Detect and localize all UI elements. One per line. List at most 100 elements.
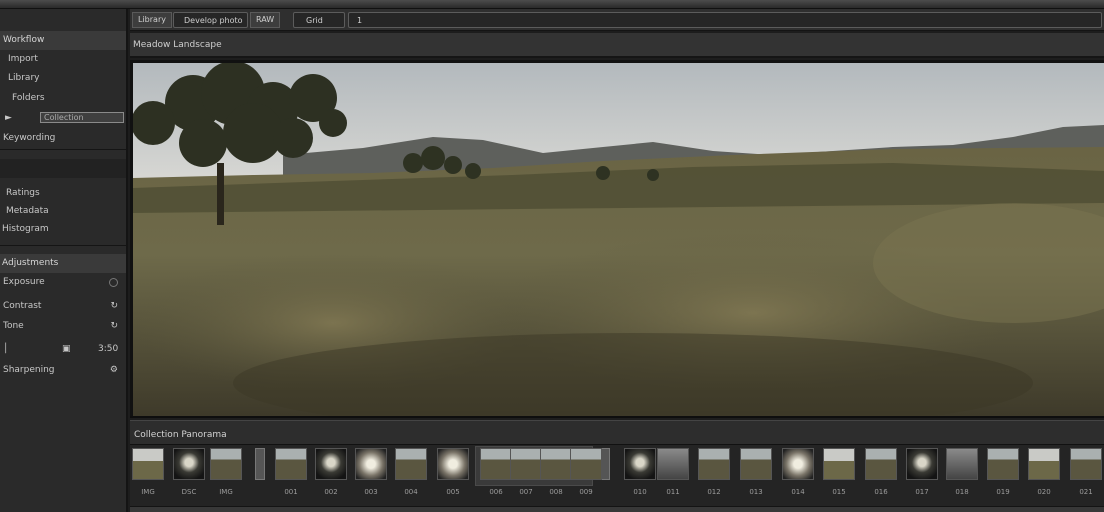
photo-title: Meadow Landscape — [133, 40, 222, 50]
panel-item-histogram[interactable]: Histogram — [0, 220, 126, 239]
thumbnail-label: 010 — [633, 488, 647, 496]
thumbnail-label: 006 — [489, 488, 503, 496]
panel-item-label: Tone — [3, 321, 24, 331]
filmstrip-thumbnail[interactable] — [987, 448, 1019, 480]
window-top-strip — [0, 0, 1104, 9]
panel-item-label: Contrast — [3, 301, 42, 311]
settings-icon[interactable]: ⚙ — [110, 361, 118, 380]
panel-item-label: Import — [8, 54, 38, 64]
filmstrip-thumbnail[interactable] — [1070, 448, 1102, 480]
top-toolbar: Library Develop photo RAW Grid 1 — [130, 9, 1104, 31]
panel-header-workflow[interactable]: Workflow — [0, 31, 126, 50]
filmstrip-thumbnail[interactable] — [865, 448, 897, 480]
panel-item-marker: ► — [5, 113, 12, 123]
mode-button[interactable]: Library — [132, 12, 172, 28]
view-value: Grid — [306, 16, 323, 25]
filmstrip-thumbnail[interactable] — [315, 448, 347, 480]
lock-icon[interactable]: ▣ — [62, 340, 71, 359]
filmstrip-thumbnail[interactable] — [624, 448, 656, 480]
filmstrip-header: Collection Panorama — [130, 420, 1104, 444]
filmstrip-thumbnail[interactable] — [540, 448, 572, 480]
thumbnail-label: 002 — [324, 488, 338, 496]
filmstrip-thumbnail[interactable] — [480, 448, 512, 480]
filmstrip-thumbnail[interactable] — [782, 448, 814, 480]
thumbnail-label: 004 — [404, 488, 418, 496]
panel-item-import[interactable]: Import — [0, 50, 126, 69]
photo-viewer[interactable] — [130, 60, 1104, 418]
collection-field[interactable]: Collection — [40, 112, 124, 123]
circle-icon[interactable] — [109, 278, 118, 287]
panel-divider — [0, 149, 126, 150]
filmstrip-thumbnail[interactable] — [906, 448, 938, 480]
filmstrip-thumbnail[interactable] — [395, 448, 427, 480]
panel-item-collection[interactable]: ► Collection — [0, 109, 126, 128]
thumbnail-label: IMG — [141, 488, 155, 496]
panel-item-tone[interactable]: Tone ↻ — [0, 317, 126, 336]
panel-item-label: Library — [8, 73, 40, 83]
panel-header-label: Adjustments — [2, 258, 59, 268]
filmstrip-thumbnail[interactable] — [437, 448, 469, 480]
panel-item-sharpening[interactable]: Sharpening ⚙ — [0, 361, 126, 380]
filmstrip-thumbnail[interactable] — [1028, 448, 1060, 480]
panel-item-label: Keywording — [3, 133, 56, 143]
filmstrip-thumbnail[interactable] — [173, 448, 205, 480]
panel-item-label: Sharpening — [3, 365, 55, 375]
panel-item-keywording[interactable]: Keywording — [0, 129, 126, 148]
panel-header-adjustments[interactable]: Adjustments — [0, 254, 126, 273]
view-field[interactable]: Grid — [293, 12, 345, 28]
count-value: 1 — [357, 16, 363, 25]
panel-item-exposure[interactable]: Exposure — [0, 273, 126, 292]
filmstrip-thumbnail[interactable] — [210, 448, 242, 480]
raw-button[interactable]: RAW — [250, 12, 281, 28]
thumbnail-label: 016 — [874, 488, 888, 496]
panel-item-label: │ — [3, 344, 9, 354]
filmstrip-thumbnail[interactable] — [275, 448, 307, 480]
bottom-bar — [130, 506, 1104, 512]
panel-item-contrast[interactable]: Contrast ↻ — [0, 297, 126, 316]
panel-header-label: Workflow — [3, 35, 45, 45]
toggle-icon[interactable]: ↻ — [110, 297, 118, 316]
filmstrip-thumbnail[interactable] — [657, 448, 689, 480]
filmstrip-thumbnail[interactable] — [740, 448, 772, 480]
filmstrip-thumbnail[interactable] — [823, 448, 855, 480]
photo-title-bar: Meadow Landscape — [130, 33, 1104, 58]
panel-item-label: Histogram — [2, 224, 49, 234]
search-input[interactable]: Develop photo — [173, 12, 248, 28]
filmstrip-thumbnail[interactable] — [946, 448, 978, 480]
thumbnail-label: 008 — [549, 488, 563, 496]
thumbnail-label: 012 — [707, 488, 721, 496]
thumbnail-label: 019 — [996, 488, 1010, 496]
refresh-icon[interactable]: ↻ — [110, 317, 118, 336]
panel-item-label: Exposure — [3, 277, 45, 287]
filmstrip-thumbnail[interactable] — [510, 448, 542, 480]
landscape-photo — [133, 63, 1104, 416]
filmstrip-thumbnail[interactable] — [132, 448, 164, 480]
filmstrip-thumbnail[interactable] — [698, 448, 730, 480]
panel-item-label: Ratings — [6, 188, 40, 198]
panel-item-folders[interactable]: Folders — [0, 89, 126, 108]
thumbnail-label: 003 — [364, 488, 378, 496]
panel-item-label: Folders — [12, 93, 45, 103]
filmstrip-title: Collection Panorama — [134, 430, 227, 440]
thumbnail-label: 013 — [749, 488, 763, 496]
filmstrip-separator — [255, 448, 265, 480]
thumbnail-label: 021 — [1079, 488, 1093, 496]
filmstrip-thumbnail[interactable] — [570, 448, 602, 480]
path-field[interactable]: 1 — [348, 12, 1102, 28]
panel-item-library[interactable]: Library — [0, 69, 126, 88]
left-panel: Workflow Import Library Folders ► Collec… — [0, 9, 128, 512]
thumbnail-label: 018 — [955, 488, 969, 496]
thumbnail-label: 007 — [519, 488, 533, 496]
filmstrip: IMG DSC IMG 001 002 003 004 005 006 007 008 009 010 0… — [130, 444, 1104, 506]
panel-item-ratings[interactable]: Ratings — [0, 184, 126, 203]
panel-divider — [0, 245, 126, 246]
panel-item-tone-value[interactable]: │ ▣ 3:50 — [0, 340, 126, 359]
panel-item-metadata[interactable]: Metadata — [0, 202, 126, 221]
thumbnail-label: 011 — [666, 488, 680, 496]
filmstrip-thumbnail[interactable] — [355, 448, 387, 480]
thumbnail-label: 001 — [284, 488, 298, 496]
panel-item-label: Metadata — [6, 206, 49, 216]
thumbnail-label: 020 — [1037, 488, 1051, 496]
thumbnail-label: 009 — [579, 488, 593, 496]
search-value: Develop photo — [184, 16, 243, 25]
